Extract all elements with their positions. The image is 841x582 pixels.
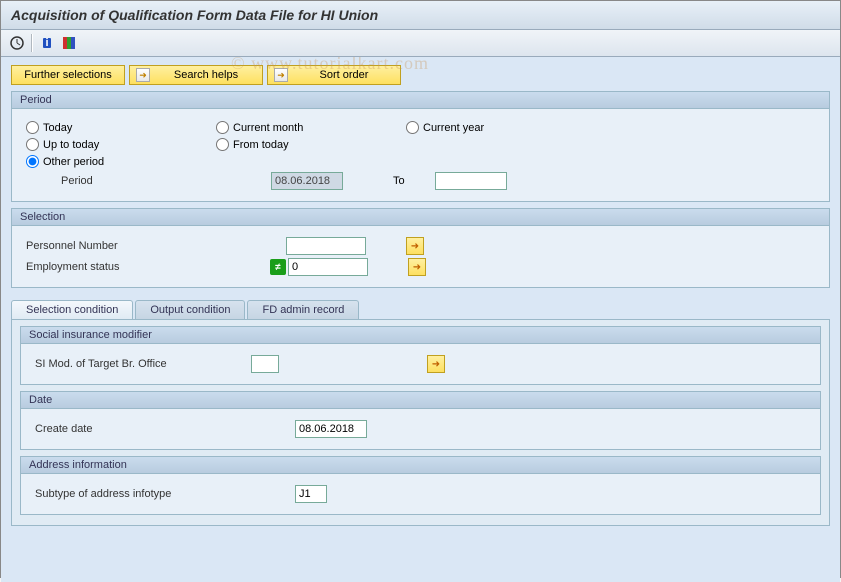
not-equal-icon[interactable]: ≠ (270, 259, 286, 275)
content-area: © www.tutorialkart.com Further selection… (1, 57, 840, 582)
radio-current-year[interactable]: Current year (406, 121, 596, 134)
group-title: Selection (12, 209, 829, 226)
si-mod-label: SI Mod. of Target Br. Office (35, 358, 251, 370)
radio-from-today[interactable]: From today (216, 138, 406, 151)
search-helps-button[interactable]: ➜ Search helps (129, 65, 263, 85)
empstat-input[interactable] (288, 258, 368, 276)
group-title: Period (12, 92, 829, 109)
radio-current-month[interactable]: Current month (216, 121, 406, 134)
empstat-label: Employment status (26, 261, 270, 273)
period-to-input[interactable] (435, 172, 507, 190)
button-label: Search helps (156, 69, 256, 81)
radio-up-to-today[interactable]: Up to today (26, 138, 216, 151)
window-title: Acquisition of Qualification Form Data F… (1, 1, 840, 30)
group-body: Personnel Number ➜ Employment status ≠ ➜ (12, 226, 829, 287)
arrow-right-icon: ➜ (274, 68, 288, 82)
pernr-input[interactable] (286, 237, 366, 255)
tabstrip: Selection condition Output condition FD … (11, 300, 830, 526)
pernr-label: Personnel Number (26, 240, 286, 252)
tab-selection-condition[interactable]: Selection condition (11, 300, 133, 319)
si-modifier-group: Social insurance modifier SI Mod. of Tar… (20, 326, 821, 385)
action-button-row: Further selections ➜ Search helps ➜ Sort o… (11, 65, 830, 85)
si-mod-input[interactable] (251, 355, 279, 373)
multiple-selection-button[interactable]: ➜ (406, 237, 424, 255)
to-label: To (393, 175, 405, 187)
create-date-label: Create date (35, 423, 295, 435)
radio-other-period[interactable]: Other period (26, 155, 216, 168)
group-body: Today Current month Current year Up to t… (12, 109, 829, 201)
tab-output-condition[interactable]: Output condition (135, 300, 245, 319)
app-toolbar: i (1, 30, 840, 57)
group-title: Social insurance modifier (21, 327, 820, 344)
tab-panel: Social insurance modifier SI Mod. of Tar… (11, 319, 830, 526)
svg-text:i: i (45, 37, 48, 49)
period-group: Period Today Current month Current year … (11, 91, 830, 202)
group-title: Address information (21, 457, 820, 474)
further-selections-button[interactable]: Further selections (11, 65, 125, 85)
button-label: Further selections (18, 69, 118, 81)
group-title: Date (21, 392, 820, 409)
subtype-label: Subtype of address infotype (35, 488, 295, 500)
radio-today[interactable]: Today (26, 121, 216, 134)
selection-group: Selection Personnel Number ➜ Employment … (11, 208, 830, 288)
toolbar-separator (31, 34, 33, 52)
create-date-input[interactable] (295, 420, 367, 438)
period-field-label: Period (61, 175, 271, 187)
tab-row: Selection condition Output condition FD … (11, 300, 830, 319)
tab-fd-admin-record[interactable]: FD admin record (247, 300, 359, 319)
period-from-input[interactable] (271, 172, 343, 190)
button-label: Sort order (294, 69, 394, 81)
arrow-right-icon: ➜ (136, 68, 150, 82)
multiple-selection-button[interactable]: ➜ (427, 355, 445, 373)
date-group: Date Create date (20, 391, 821, 450)
info-icon[interactable]: i (39, 35, 55, 51)
subtype-input[interactable] (295, 485, 327, 503)
color-legend-icon[interactable] (61, 35, 77, 51)
address-group: Address information Subtype of address i… (20, 456, 821, 515)
execute-icon[interactable] (9, 35, 25, 51)
sort-order-button[interactable]: ➜ Sort order (267, 65, 401, 85)
multiple-selection-button[interactable]: ➜ (408, 258, 426, 276)
